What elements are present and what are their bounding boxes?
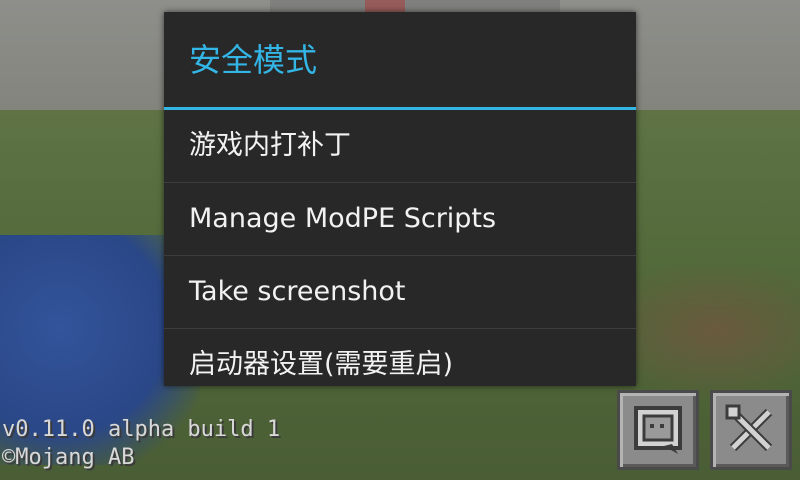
menu-item-ingame-patch[interactable]: 游戏内打补丁 (164, 110, 636, 183)
version-info: v0.11.0 alpha build 1 ©Mojang AB (2, 416, 280, 472)
safe-mode-dialog: 安全模式 游戏内打补丁 Manage ModPE Scripts Take sc… (164, 12, 636, 386)
copyright-label: ©Mojang AB (2, 445, 135, 470)
settings-button[interactable] (710, 390, 792, 470)
menu-item-manage-modpe-scripts[interactable]: Manage ModPE Scripts (164, 183, 636, 256)
chat-button[interactable] (617, 390, 699, 470)
wrench-screwdriver-icon (725, 404, 773, 452)
chat-bubble-icon (634, 406, 682, 454)
dialog-title: 安全模式 (164, 12, 636, 110)
menu-item-launcher-settings[interactable]: 启动器设置(需要重启) (164, 329, 636, 386)
menu-item-take-screenshot[interactable]: Take screenshot (164, 256, 636, 329)
version-label: v0.11.0 alpha build 1 (2, 417, 281, 442)
